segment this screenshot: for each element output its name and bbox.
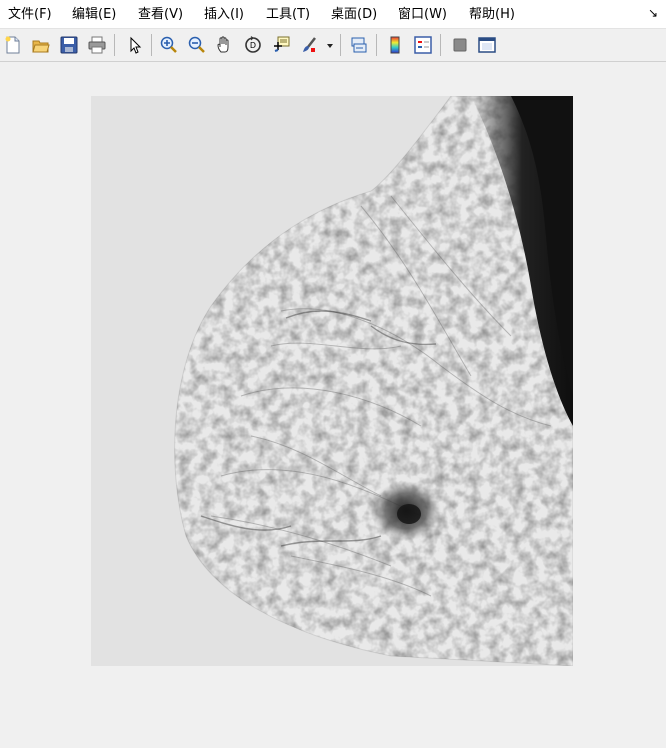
link-plot-icon[interactable]: [348, 34, 370, 56]
toolbar-separator: [340, 34, 341, 56]
pointer-arrow-icon[interactable]: [124, 34, 146, 56]
show-plot-tools-icon[interactable]: [476, 34, 498, 56]
rotate-3d-icon[interactable]: D: [242, 34, 264, 56]
menu-bar: 文件(F) 编辑(E) 查看(V) 插入(I) 工具(T) 桌面(D) 窗口(W…: [0, 0, 666, 29]
mammogram-image[interactable]: [91, 96, 573, 666]
menu-file[interactable]: 文件(F): [8, 6, 52, 23]
colorbar-icon[interactable]: [384, 34, 406, 56]
toolbar-separator: [114, 34, 115, 56]
new-file-icon[interactable]: [2, 34, 24, 56]
figure-toolbar: D: [0, 29, 666, 62]
figure-canvas[interactable]: [0, 63, 666, 748]
menu-help[interactable]: 帮助(H): [469, 6, 515, 23]
open-folder-icon[interactable]: [30, 34, 52, 56]
menu-insert[interactable]: 插入(I): [204, 6, 244, 23]
dock-arrow-icon[interactable]: ↘: [648, 6, 658, 20]
menu-edit[interactable]: 编辑(E): [72, 6, 116, 23]
save-disk-icon[interactable]: [58, 34, 80, 56]
dropdown-arrow-icon[interactable]: [326, 39, 334, 51]
toolbar-separator: [440, 34, 441, 56]
menu-tools[interactable]: 工具(T): [266, 6, 310, 23]
hand-pan-icon[interactable]: [214, 34, 236, 56]
zoom-in-icon[interactable]: [158, 34, 180, 56]
zoom-out-icon[interactable]: [186, 34, 208, 56]
hide-plot-tools-icon[interactable]: [449, 34, 471, 56]
menu-desktop[interactable]: 桌面(D): [331, 6, 377, 23]
toolbar-separator: [376, 34, 377, 56]
menu-window[interactable]: 窗口(W): [398, 6, 447, 23]
legend-icon[interactable]: [412, 34, 434, 56]
data-cursor-icon[interactable]: [270, 34, 292, 56]
svg-text:D: D: [250, 41, 256, 50]
brush-icon[interactable]: [298, 34, 320, 56]
menu-view[interactable]: 查看(V): [138, 6, 183, 23]
printer-icon[interactable]: [86, 34, 108, 56]
toolbar-separator: [151, 34, 152, 56]
